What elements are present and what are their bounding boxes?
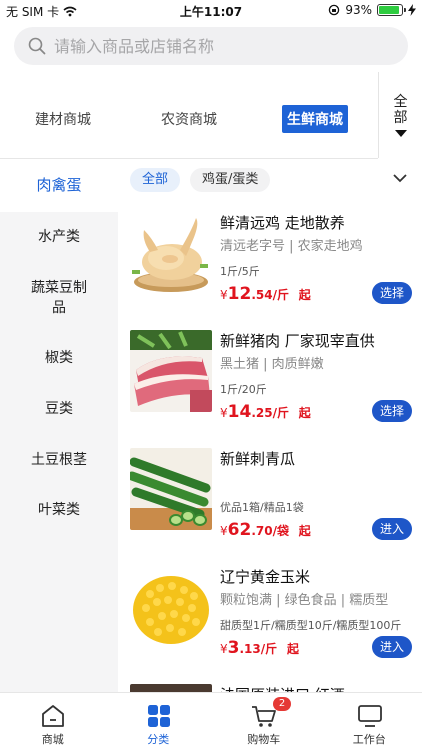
product-price: ¥62.70/袋 起 [220,520,311,540]
tab-agricultural[interactable]: 农资商城 [126,105,252,133]
category-label: 肉禽蛋 [36,176,82,194]
all-categories-toggle[interactable]: 全 部 [378,72,422,158]
price-suffix: 起 [286,642,299,656]
tab-label: 建材商城 [35,112,91,128]
category-item-beans[interactable]: 豆类 [0,399,118,419]
product-spec: 优品1箱/精品1袋 [220,501,304,514]
tab-label: 购物车 [247,733,281,746]
tab-label: 工作台 [352,733,386,746]
monitor-icon [357,705,382,727]
price-decimal-unit: .70/袋 [251,524,289,538]
product-price: ¥12.54/斤 起 [220,284,311,304]
price-currency: ¥ [220,406,228,420]
price-decimal-unit: .13/斤 [239,642,278,656]
product-card[interactable]: 辽宁黄金玉米 颗粒饱满 | 绿色食品 | 糯质型 甜质型1斤/糯质型10斤/糯质… [118,566,422,684]
category-item-vegetables-tofu[interactable]: 蔬菜豆制品 [0,278,118,318]
category-item-meat-poultry-eggs[interactable]: 肉禽蛋 [0,159,118,211]
product-description: 清远老字号 | 农家走地鸡 [220,239,363,254]
subcategory-chips: 全部 鸡蛋/蛋类 [130,168,271,192]
tab-workbench[interactable]: 工作台 [317,693,422,750]
product-card[interactable]: 鲜清远鸡 走地散养 清远老字号 | 农家走地鸡 1斤/5斤 ¥12.54/斤 起… [118,212,422,330]
charging-icon [408,4,416,16]
product-name: 新鲜刺青瓜 [220,450,296,468]
price-suffix: 起 [298,288,311,302]
search-icon [28,37,46,55]
enter-button[interactable]: 进入 [372,636,412,658]
product-card[interactable]: 法国原装进口 红酒 [118,684,422,692]
tab-building-materials[interactable]: 建材商城 [0,105,126,133]
product-name: 法国原装进口 红酒 [220,684,345,692]
product-description: 黑土猪 | 肉质鲜嫩 [220,357,324,372]
product-image-wine[interactable] [130,684,212,692]
chip-eggs[interactable]: 鸡蛋/蛋类 [190,168,271,192]
product-image-corn[interactable] [130,566,212,648]
product-card[interactable]: 新鲜猪肉 厂家现宰直供 黑土猪 | 肉质鲜嫩 1斤/20斤 ¥14.25/斤 起… [118,330,422,448]
tab-category[interactable]: 分类 [106,693,212,750]
product-price: ¥3.13/斤 起 [220,638,299,658]
battery-percent: 93% [345,3,372,17]
tab-label: 农资商城 [161,112,217,128]
select-button[interactable]: 选择 [372,282,412,304]
price-decimal-unit: .25/斤 [251,406,289,420]
price-currency: ¥ [220,642,228,656]
tab-mall[interactable]: 商城 [0,693,106,750]
select-button[interactable]: 选择 [372,400,412,422]
home-icon [42,705,64,727]
caret-down-icon [394,129,407,137]
product-name: 鲜清远鸡 走地散养 [220,214,345,232]
price-decimal-unit: .54/斤 [251,288,289,302]
category-sidebar: 肉禽蛋 水产类 蔬菜豆制品 椒类 豆类 土豆根茎 叶菜类 [0,159,118,695]
product-name: 辽宁黄金玉米 [220,568,311,586]
price-integer: 12 [227,284,252,304]
price-suffix: 起 [298,524,311,538]
price-suffix: 起 [298,406,311,420]
mall-tabs: 建材商城 农资商城 生鲜商城 [0,80,378,158]
tab-label: 商城 [41,733,64,746]
category-label: 椒类 [45,350,73,366]
category-label: 蔬菜豆制品 [31,280,87,316]
product-price: ¥14.25/斤 起 [220,402,311,422]
price-currency: ¥ [220,288,228,302]
divider [0,211,118,212]
all-toggle-label-1: 全 [393,93,408,110]
price-currency: ¥ [220,524,228,538]
battery-icon [377,4,406,16]
enter-button[interactable]: 进入 [372,518,412,540]
tab-fresh-food[interactable]: 生鲜商城 [252,105,378,133]
product-image-chicken[interactable] [130,212,212,294]
bottom-tab-bar: 商城 分类 2 购物车 工作台 [0,692,422,750]
product-description: 颗粒饱满 | 绿色食品 | 糯质型 [220,593,389,608]
product-image-cucumber[interactable] [130,448,212,530]
chip-all[interactable]: 全部 [130,168,181,192]
category-label: 土豆根茎 [31,452,87,468]
product-image-pork[interactable] [130,330,212,412]
grid-icon [147,705,170,727]
category-item-peppers[interactable]: 椒类 [0,348,118,368]
category-label: 叶菜类 [38,502,80,518]
product-card[interactable]: 新鲜刺青瓜 优品1箱/精品1袋 ¥62.70/袋 起 进入 [118,448,422,566]
category-item-leafy-greens[interactable]: 叶菜类 [0,500,118,520]
price-integer: 3 [227,638,240,658]
product-spec: 1斤/20斤 [220,383,267,396]
search-bar[interactable] [14,27,408,65]
search-input[interactable] [54,36,384,56]
category-label: 水产类 [38,229,80,245]
category-label: 豆类 [45,401,73,417]
rotation-lock-icon [329,4,340,16]
tab-label: 分类 [147,733,170,746]
cart-badge: 2 [273,697,291,711]
category-item-root-vegetables[interactable]: 土豆根茎 [0,450,118,470]
all-toggle-label-2: 部 [393,109,408,126]
price-integer: 14 [227,402,252,422]
product-spec: 甜质型1斤/糯质型10斤/糯质型100斤 [220,619,402,632]
category-item-aquatic[interactable]: 水产类 [0,227,118,247]
tab-cart[interactable]: 2 购物车 [211,693,317,750]
product-name: 新鲜猪肉 厂家现宰直供 [220,332,375,350]
tab-label: 生鲜商城 [282,105,348,133]
price-integer: 62 [227,520,252,540]
chevron-down-icon[interactable] [392,172,408,184]
status-bar: 无 SIM 卡 上午11:07 93% [0,0,422,22]
product-spec: 1斤/5斤 [220,265,260,278]
